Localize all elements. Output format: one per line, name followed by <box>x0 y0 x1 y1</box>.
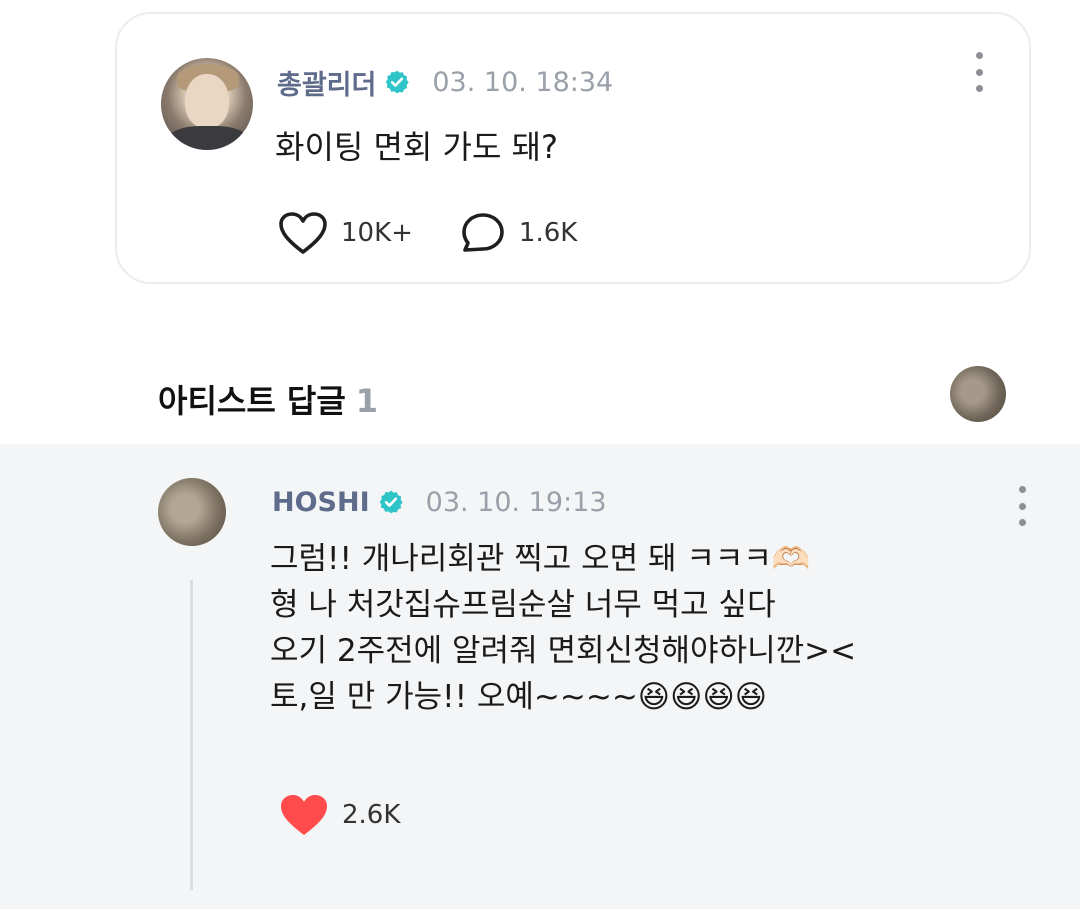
artist-replies-title: 아티스트 답글 <box>158 382 346 420</box>
post-author-avatar[interactable] <box>161 58 253 150</box>
reply-actions: 2.6K <box>278 790 400 840</box>
reply-text-line: 그럼!! 개나리회관 찍고 오면 돼 ㅋㅋㅋ🫶🏻 <box>270 541 811 577</box>
reply-text-line: 형 나 처갓집슈프림순살 너무 먹고 싶다 <box>270 587 776 623</box>
post-header: 총괄리더 03. 10. 18:34 <box>277 63 614 102</box>
verified-badge-icon <box>386 70 410 94</box>
heart-icon <box>279 212 327 254</box>
reply-header: HOSHI 03. 10. 19:13 <box>272 484 607 520</box>
post-author-name[interactable]: 총괄리더 <box>277 63 376 102</box>
reply-more-icon[interactable] <box>1016 486 1028 526</box>
post-text: 화이팅 면회 가도 돼? <box>275 128 559 166</box>
post-timestamp: 03. 10. 18:34 <box>432 66 614 98</box>
reply-author-name[interactable]: HOSHI <box>272 487 370 518</box>
artist-replies-count: 1 <box>355 382 379 420</box>
reply-author-avatar[interactable] <box>158 478 226 546</box>
post-comment-count: 1.6K <box>518 218 578 248</box>
reply-timestamp: 03. 10. 19:13 <box>425 486 607 518</box>
artist-replies-header: 아티스트 답글 1 <box>158 376 378 422</box>
reply-section: HOSHI 03. 10. 19:13 그럼!! 개나리회관 찍고 오면 돼 ㅋ… <box>0 444 1080 909</box>
post-more-icon[interactable] <box>973 52 985 92</box>
reply-text: 그럼!! 개나리회관 찍고 오면 돼 ㅋㅋㅋ🫶🏻 형 나 처갓집슈프림순살 너무… <box>270 536 856 720</box>
post-card: 총괄리더 03. 10. 18:34 화이팅 면회 가도 돼? 10K+ 1.6… <box>115 12 1031 284</box>
artist-avatar[interactable] <box>950 366 1006 422</box>
reply-text-line: 오기 2주전에 알려줘 면회신청해야하니깐>< <box>270 633 857 669</box>
heart-filled-icon <box>281 795 327 835</box>
reply-text-line: 토,일 만 가능!! 오예~~~~😆😆😆😆 <box>270 679 768 715</box>
post-like-count: 10K+ <box>341 218 413 248</box>
verified-badge-icon <box>379 490 403 514</box>
reply-like-count: 2.6K <box>342 800 401 830</box>
comment-bubble-icon <box>462 213 504 252</box>
post-like-button[interactable]: 10K+ <box>277 210 413 256</box>
post-comment-button[interactable]: 1.6K <box>459 210 577 256</box>
reply-like-button[interactable]: 2.6K <box>278 792 400 838</box>
post-actions: 10K+ 1.6K <box>277 208 577 258</box>
thread-line <box>190 580 193 890</box>
